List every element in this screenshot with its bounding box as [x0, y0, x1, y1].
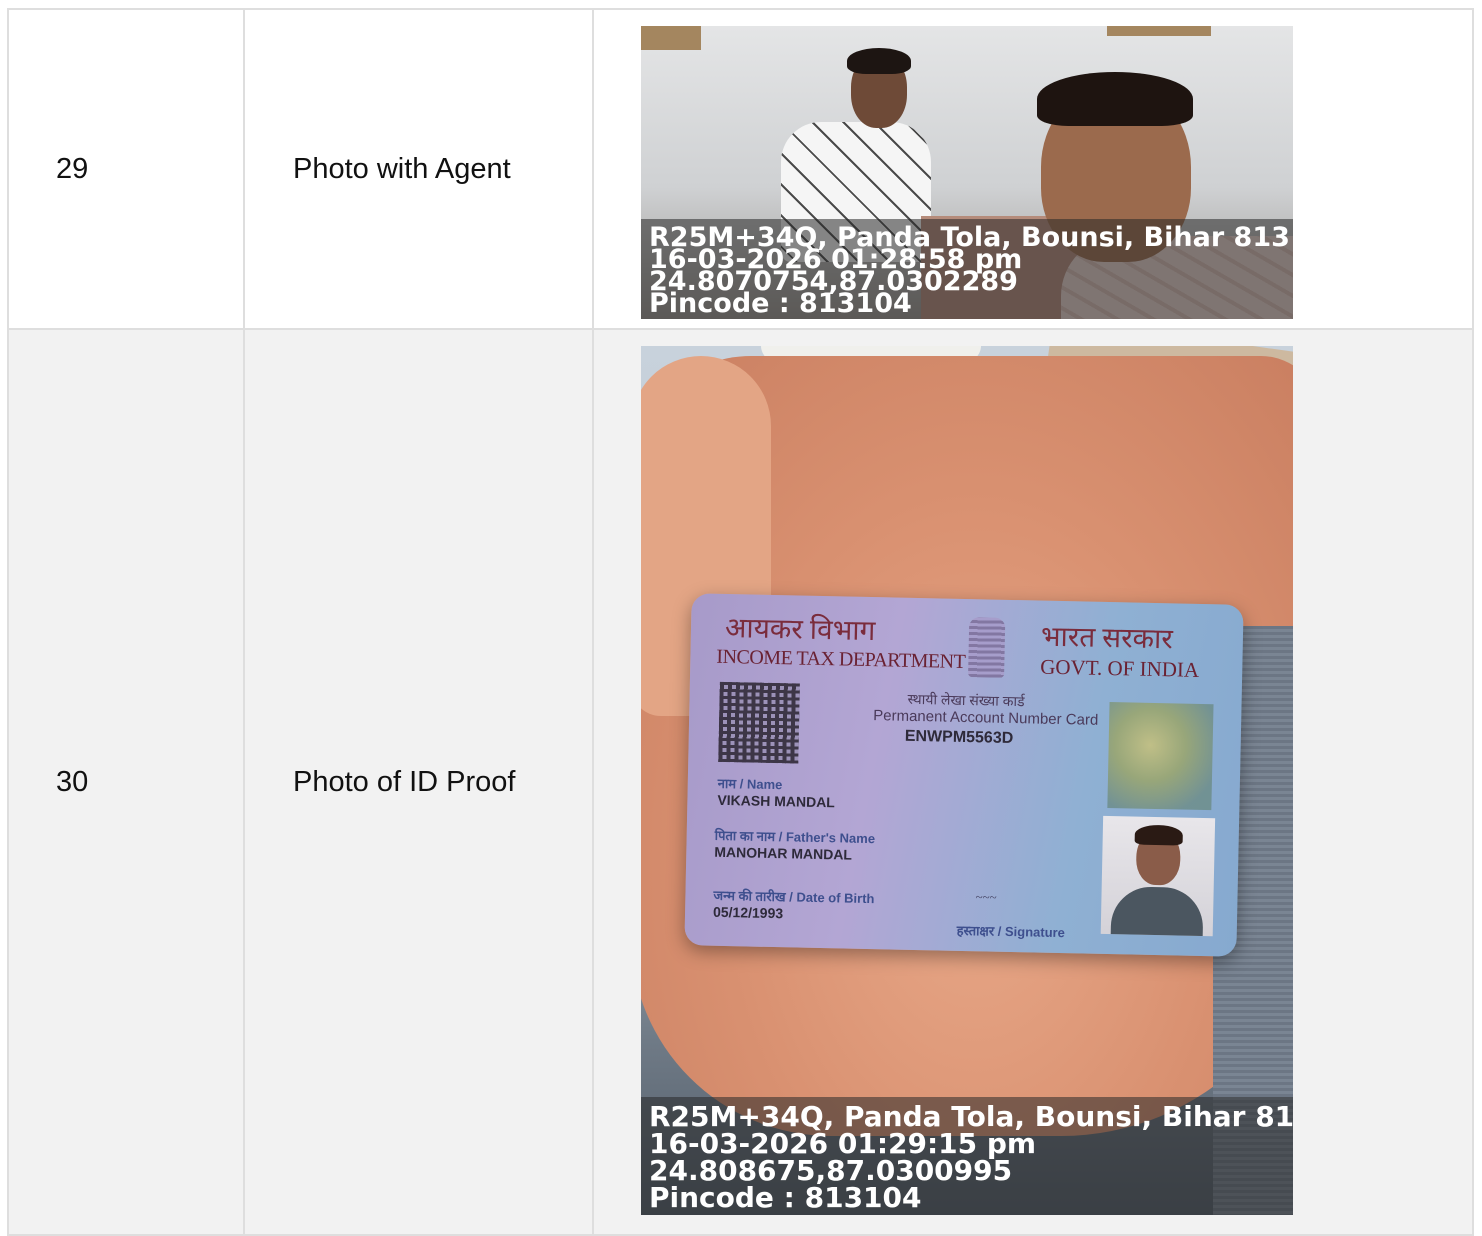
name-value: VIKASH MANDAL — [717, 791, 836, 811]
card-govt-hindi: भारत सरकार — [1040, 621, 1174, 656]
serial-number: 29 — [7, 8, 245, 330]
national-emblem-icon — [968, 617, 1006, 678]
photo-cell: आयकर विभाग INCOME TAX DEPARTMENT भारत सर… — [592, 328, 1474, 1236]
cardholder-photo — [1100, 815, 1216, 937]
father-name-value: MANOHAR MANDAL — [714, 843, 853, 863]
stamp-coordinates: 24.808675,87.0300995 — [649, 1154, 1013, 1187]
id-proof-photo[interactable]: आयकर विभाग INCOME TAX DEPARTMENT भारत सर… — [641, 346, 1293, 1215]
card-dept-hindi: आयकर विभाग — [724, 612, 876, 648]
stamp-datetime: 16-03-2026 01:29:15 pm — [649, 1127, 1037, 1160]
stamp-pincode: Pincode : 813104 — [649, 1181, 922, 1214]
name-label: नाम / Name — [717, 775, 783, 793]
photo-cell: R25M+34Q, Panda Tola, Bounsi, Bihar 813 … — [592, 8, 1474, 330]
signature-label: हस्ताक्षर / Signature — [956, 922, 1066, 941]
row-label: Photo with Agent — [243, 8, 594, 330]
geo-stamp: R25M+34Q, Panda Tola, Bounsi, Bihar 813 … — [641, 1097, 1293, 1215]
stamp-address: R25M+34Q, Panda Tola, Bounsi, Bihar 813 — [649, 1100, 1293, 1133]
signature-mark: ~~~ — [975, 889, 997, 905]
card-title-english: Permanent Account Number Card — [873, 707, 1099, 729]
hologram-icon — [1107, 702, 1214, 811]
agent-photo[interactable]: R25M+34Q, Panda Tola, Bounsi, Bihar 813 … — [641, 26, 1293, 319]
row-label: Photo of ID Proof — [243, 328, 594, 1236]
table-row: 29 Photo with Agent R25M+34Q, Panda Tola… — [7, 8, 1474, 330]
pan-card: आयकर विभाग INCOME TAX DEPARTMENT भारत सर… — [684, 593, 1244, 957]
photo-report-table: 29 Photo with Agent R25M+34Q, Panda Tola… — [7, 8, 1474, 1236]
qr-code-icon — [718, 681, 800, 764]
pan-number: ENWPM5563D — [904, 727, 1014, 748]
dob-value: 05/12/1993 — [712, 903, 784, 922]
geo-stamp: R25M+34Q, Panda Tola, Bounsi, Bihar 813 … — [641, 219, 1293, 319]
card-govt-english: GOVT. OF INDIA — [1040, 654, 1200, 682]
card-dept-english: INCOME TAX DEPARTMENT — [716, 645, 966, 674]
table-row: 30 Photo of ID Proof आयकर विभाग INCOME T… — [7, 328, 1474, 1236]
serial-number: 30 — [7, 328, 245, 1236]
